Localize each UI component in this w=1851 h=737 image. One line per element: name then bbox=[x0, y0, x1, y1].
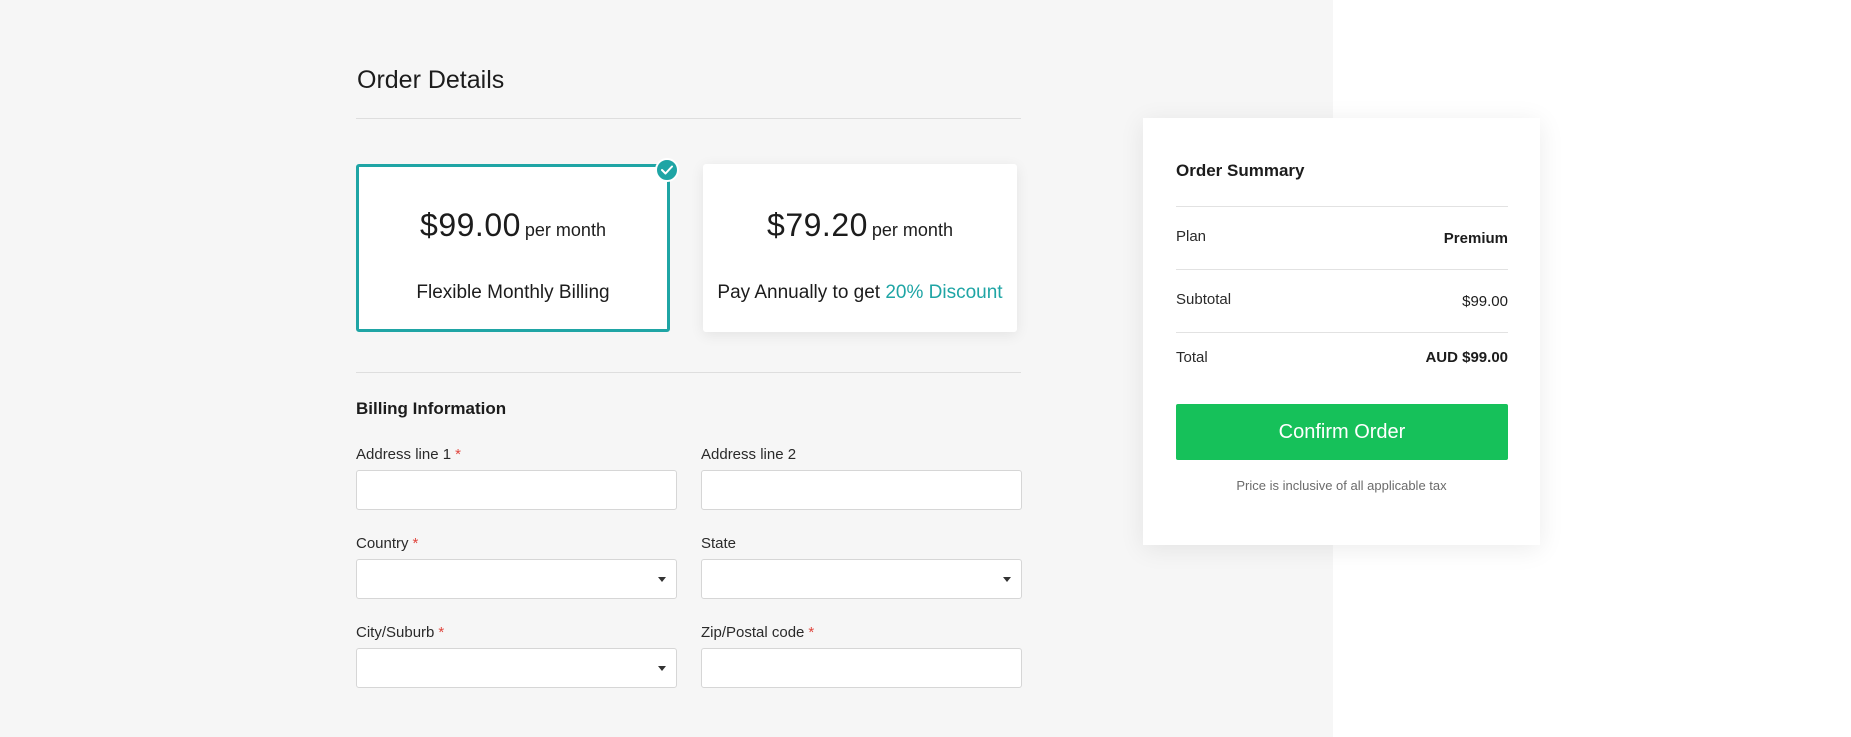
state-select[interactable] bbox=[701, 559, 1022, 599]
page-title: Order Details bbox=[357, 66, 505, 94]
city-label: City/Suburb * bbox=[356, 624, 444, 641]
state-label: State bbox=[701, 535, 736, 552]
plan-label: Plan bbox=[1176, 228, 1207, 245]
country-label-text: Country bbox=[356, 535, 409, 552]
plan-card-annual[interactable]: $79.20 per month Pay Annually to get 20% … bbox=[703, 164, 1017, 332]
plan-value: Premium bbox=[1443, 230, 1508, 247]
check-icon bbox=[655, 158, 679, 182]
caret-down-icon bbox=[1003, 577, 1011, 582]
plan-description: Flexible Monthly Billing bbox=[416, 282, 610, 303]
order-summary-card: Order Summary Plan Premium Subtotal $99.… bbox=[1143, 118, 1540, 545]
required-marker: * bbox=[808, 624, 815, 641]
tax-note: Price is inclusive of all applicable tax bbox=[1236, 478, 1447, 493]
section-divider bbox=[356, 372, 1021, 373]
zip-label-text: Zip/Postal code bbox=[701, 624, 805, 641]
address1-input[interactable] bbox=[356, 470, 677, 510]
country-select[interactable] bbox=[356, 559, 677, 599]
summary-divider bbox=[1176, 269, 1508, 270]
address1-label: Address line 1 * bbox=[356, 446, 461, 463]
plan-period: per month bbox=[871, 220, 953, 240]
total-value: AUD $99.00 bbox=[1425, 349, 1508, 366]
discount-highlight: 20% Discount bbox=[885, 282, 1003, 303]
summary-divider bbox=[1176, 332, 1508, 333]
country-label: Country * bbox=[356, 535, 418, 552]
summary-divider bbox=[1176, 206, 1508, 207]
subtotal-value: $99.00 bbox=[1462, 293, 1508, 310]
summary-title: Order Summary bbox=[1176, 161, 1305, 180]
plan-period: per month bbox=[524, 220, 606, 240]
subtotal-label: Subtotal bbox=[1176, 291, 1232, 308]
plan-price-row: $99.00 per month bbox=[359, 207, 667, 244]
confirm-order-button[interactable]: Confirm Order bbox=[1176, 404, 1508, 460]
city-select[interactable] bbox=[356, 648, 677, 688]
plan-description-text: Pay Annually to get bbox=[717, 282, 881, 303]
address2-label-text: Address line 2 bbox=[701, 446, 797, 463]
plan-card-monthly[interactable]: $99.00 per month Flexible Monthly Billing bbox=[356, 164, 670, 332]
zip-label: Zip/Postal code * bbox=[701, 624, 814, 641]
caret-down-icon bbox=[658, 666, 666, 671]
order-details-pane: Order Details $99.00 per month Flexible M… bbox=[0, 0, 1333, 737]
state-label-text: State bbox=[701, 535, 737, 552]
billing-section-title: Billing Information bbox=[356, 399, 507, 418]
plan-price: $79.20 bbox=[767, 207, 868, 243]
city-label-text: City/Suburb bbox=[356, 624, 435, 641]
plan-price: $99.00 bbox=[420, 207, 521, 243]
required-marker: * bbox=[438, 624, 445, 641]
title-divider bbox=[356, 118, 1021, 119]
caret-down-icon bbox=[658, 577, 666, 582]
zip-input[interactable] bbox=[701, 648, 1022, 688]
plan-price-row: $79.20 per month bbox=[703, 207, 1017, 244]
address1-label-text: Address line 1 bbox=[356, 446, 452, 463]
required-marker: * bbox=[455, 446, 461, 463]
address2-label: Address line 2 bbox=[701, 446, 796, 463]
total-label: Total bbox=[1176, 349, 1208, 366]
address2-input[interactable] bbox=[701, 470, 1022, 510]
plan-description: Pay Annually to get 20% Discount bbox=[703, 282, 1017, 304]
required-marker: * bbox=[412, 535, 419, 552]
